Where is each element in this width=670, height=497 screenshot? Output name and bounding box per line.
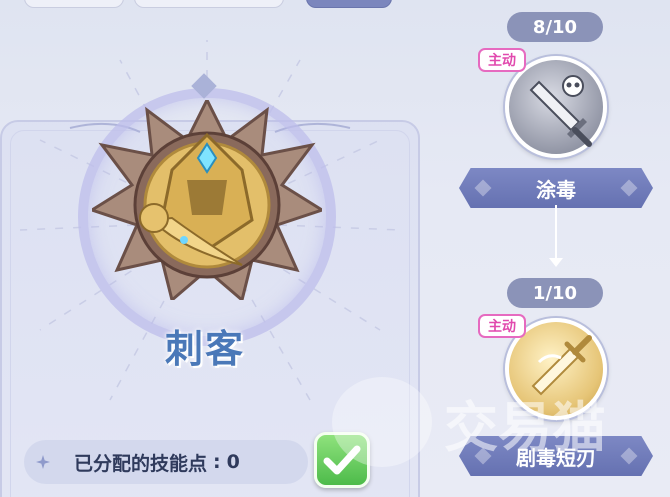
skill-level-badge: 8/10 [507, 12, 603, 42]
checkmark-icon [323, 445, 361, 475]
class-name: 刺客 [164, 327, 245, 371]
skill-name-banner[interactable]: 剧毒短刃 [459, 436, 653, 476]
skill-level-badge: 1/10 [507, 278, 603, 308]
active-skill-tag: 主动 [478, 48, 526, 72]
upgrade-path-line [555, 205, 557, 261]
active-skill-tag: 主动 [478, 314, 526, 338]
skill-points-label: 已分配的技能点 [74, 452, 208, 475]
skill-points-bar: 已分配的技能点 : 0 [24, 440, 308, 484]
sparkle-icon [36, 455, 50, 469]
skill-points-value: 0 [226, 451, 240, 473]
skill-name-banner[interactable]: 涂毒 [459, 168, 653, 208]
down-arrow-icon [549, 258, 563, 267]
confirm-button[interactable] [314, 432, 370, 488]
poison-dagger-icon [529, 75, 592, 147]
skill-points-separator: : [213, 451, 221, 473]
assassin-emblem-icon [92, 100, 322, 300]
